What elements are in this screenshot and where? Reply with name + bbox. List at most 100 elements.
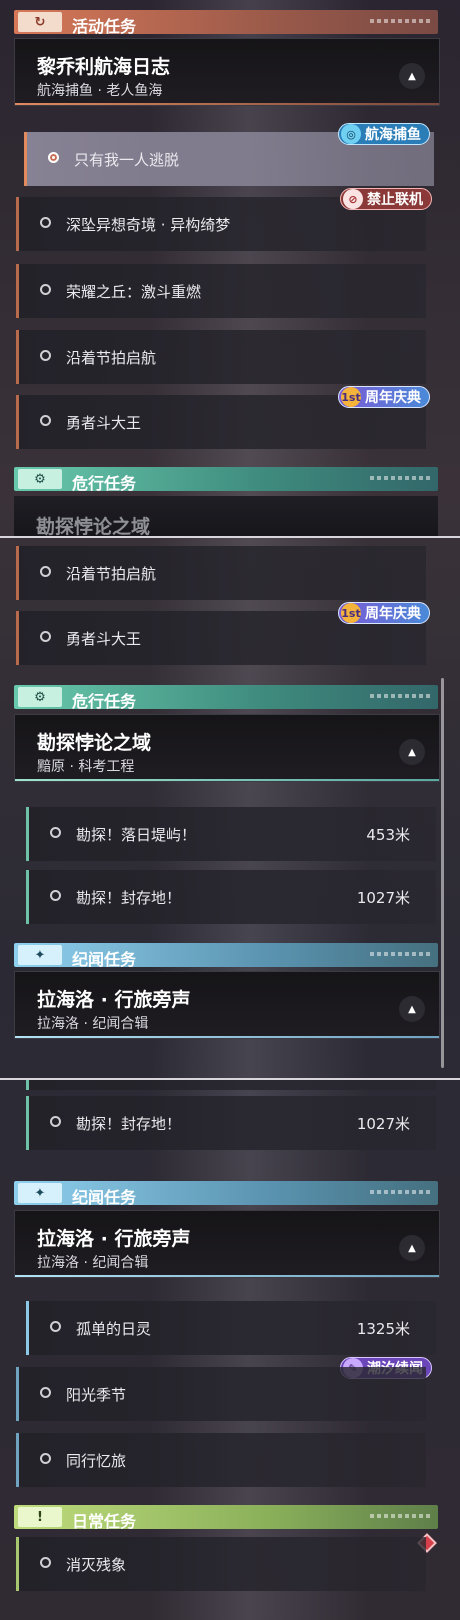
header-decoration — [370, 476, 430, 480]
row-accent-bar — [16, 1433, 19, 1487]
quest-card-danger[interactable]: 勘探悖论之域 黯原 · 科考工程 ▲ — [14, 714, 440, 782]
quest-row-label: 同行忆旅 — [66, 1452, 127, 1470]
quest-row[interactable]: 孤单的日灵 1325米 — [26, 1301, 436, 1355]
header-decoration — [370, 1190, 430, 1194]
quest-row-label: 荣耀之丘：激斗重燃 — [66, 283, 202, 301]
collapse-icon[interactable]: ▲ — [399, 1235, 425, 1261]
row-accent-bar — [26, 807, 29, 861]
quest-row-label: 勘探！封存地！ — [76, 889, 182, 907]
card-accent-line — [15, 779, 439, 781]
collapse-icon[interactable]: ▲ — [399, 63, 425, 89]
quest-row[interactable]: 同行忆旅 — [16, 1433, 426, 1487]
quest-row-label: 沿着节拍启航 — [66, 565, 157, 583]
section-header-daily[interactable]: ! 日常任务 — [14, 1505, 438, 1531]
radio-selected-icon — [48, 152, 59, 163]
row-accent-bar — [26, 1301, 29, 1355]
section-title: 危行任务 — [72, 474, 137, 493]
quest-row[interactable]: 沿着节拍启航 — [16, 546, 426, 600]
quest-row-peek[interactable] — [26, 1080, 436, 1090]
quest-card-lore[interactable]: 拉海洛 · 行旅旁声 拉海洛 · 纪闻合辑 ▲ — [14, 1210, 440, 1278]
exclamation-icon: ! — [18, 1507, 62, 1527]
refresh-icon: ↻ — [18, 12, 62, 32]
sparkle-icon: ✦ — [18, 1183, 62, 1203]
gear-icon: ⚙ — [18, 469, 62, 489]
radio-icon — [40, 1387, 51, 1398]
quest-row[interactable]: 荣耀之丘：激斗重燃 — [16, 264, 426, 318]
row-accent-bar — [16, 264, 19, 318]
quest-distance: 1325米 — [356, 1320, 410, 1338]
badge-anniversary: 1st 周年庆典 — [338, 602, 430, 624]
badge-fishing: ◎ 航海捕鱼 — [338, 123, 430, 145]
card-accent-line — [15, 103, 439, 105]
collapse-icon[interactable]: ▲ — [399, 996, 425, 1022]
section-title: 纪闻任务 — [72, 1188, 137, 1207]
card-accent-line — [15, 1036, 439, 1038]
row-accent-bar — [16, 611, 19, 665]
scrollbar-thumb[interactable] — [441, 678, 444, 1068]
quest-row[interactable]: 勘探！落日堤屿！ 453米 — [26, 807, 436, 861]
section-title: 纪闻任务 — [72, 950, 137, 969]
quest-distance: 1027米 — [356, 1115, 410, 1133]
quest-row[interactable]: 勘探！封存地！ 1027米 — [26, 1096, 436, 1150]
badge-no-online: ⊘ 禁止联机 — [340, 188, 432, 210]
badge-label: 周年庆典 — [365, 390, 421, 406]
quest-row-label: 只有我一人逃脱 — [74, 151, 180, 169]
quest-row-label: 孤单的日灵 — [76, 1320, 152, 1338]
quest-card-title: 勘探悖论之域 — [37, 732, 152, 754]
quest-list-panel-3: 勘探！封存地！ 1027米 ✦ 纪闻任务 拉海洛 · 行旅旁声 拉海洛 · 纪闻… — [0, 1080, 460, 1620]
radio-icon — [40, 566, 51, 577]
quest-row-label: 阳光季节 — [66, 1386, 127, 1404]
card-accent-line — [15, 1275, 439, 1277]
quest-card-title: 勘探悖论之域 — [36, 516, 151, 536]
section-header-danger[interactable]: ⚙ 危行任务 — [14, 467, 438, 493]
quest-row-label: 勇者斗大王 — [66, 630, 142, 648]
badge-anniversary: 1st 周年庆典 — [338, 386, 430, 408]
quest-row-label: 消灭残象 — [66, 1556, 127, 1574]
row-accent-bar — [26, 1096, 29, 1150]
row-accent-bar — [24, 132, 27, 186]
row-accent-bar — [16, 330, 19, 384]
header-decoration — [370, 1514, 430, 1518]
section-header-lore[interactable]: ✦ 纪闻任务 — [14, 1181, 438, 1207]
radio-icon — [40, 415, 51, 426]
anniversary-icon: 1st — [341, 387, 361, 407]
row-accent-bar — [16, 395, 19, 449]
row-accent-bar — [16, 1537, 19, 1591]
section-header-lore[interactable]: ✦ 纪闻任务 — [14, 943, 438, 969]
section-header-activity[interactable]: ↻ 活动任务 — [14, 10, 438, 36]
quest-distance: 1027米 — [356, 889, 410, 907]
badge-label: 禁止联机 — [367, 192, 423, 208]
radio-icon — [50, 890, 61, 901]
badge-label: 航海捕鱼 — [365, 127, 421, 143]
collapse-icon[interactable]: ▲ — [399, 739, 425, 765]
row-accent-bar — [16, 197, 19, 251]
quest-card-subtitle: 航海捕鱼 · 老人鱼海 — [37, 83, 163, 99]
quest-card-title: 拉海洛 · 行旅旁声 — [37, 1228, 191, 1250]
quest-row[interactable]: 勘探！封存地！ 1027米 — [26, 870, 436, 924]
quest-row[interactable]: 阳光季节 — [16, 1367, 426, 1421]
radio-icon — [40, 217, 51, 228]
quest-list-panel-2: 沿着节拍启航 勇者斗大王 1st 周年庆典 ⚙ 危行任务 勘探悖论之域 黯原 ·… — [0, 538, 460, 1078]
header-decoration — [370, 952, 430, 956]
row-accent-bar — [26, 870, 29, 924]
quest-card-title: 拉海洛 · 行旅旁声 — [37, 989, 191, 1011]
badge-label: 周年庆典 — [365, 606, 421, 622]
quest-card-activity[interactable]: 黎乔利航海日志 航海捕鱼 · 老人鱼海 ▲ — [14, 38, 440, 106]
section-title: 日常任务 — [72, 1512, 137, 1531]
quest-row-label: 沿着节拍启航 — [66, 349, 157, 367]
quest-card-peek[interactable]: 勘探悖论之域 — [14, 496, 438, 536]
row-accent-bar — [16, 546, 19, 600]
quest-card-lore[interactable]: 拉海洛 · 行旅旁声 拉海洛 · 纪闻合辑 ▲ — [14, 971, 440, 1039]
radio-icon — [50, 1321, 61, 1332]
quest-distance: 453米 — [366, 826, 410, 844]
quest-row-label: 勘探！封存地！ — [76, 1115, 182, 1133]
row-accent-bar — [16, 1367, 19, 1421]
section-header-danger[interactable]: ⚙ 危行任务 — [14, 685, 438, 711]
gear-icon: ⚙ — [18, 687, 62, 707]
quest-row[interactable]: 消灭残象 — [16, 1537, 426, 1591]
quest-row[interactable]: 沿着节拍启航 — [16, 330, 426, 384]
quest-row-label: 勇者斗大王 — [66, 414, 142, 432]
radio-icon — [40, 1557, 51, 1568]
section-title: 活动任务 — [72, 17, 137, 36]
quest-list-panel-1: ↻ 活动任务 黎乔利航海日志 航海捕鱼 · 老人鱼海 ▲ 只有我一人逃脱 ◎ 航… — [0, 0, 460, 536]
